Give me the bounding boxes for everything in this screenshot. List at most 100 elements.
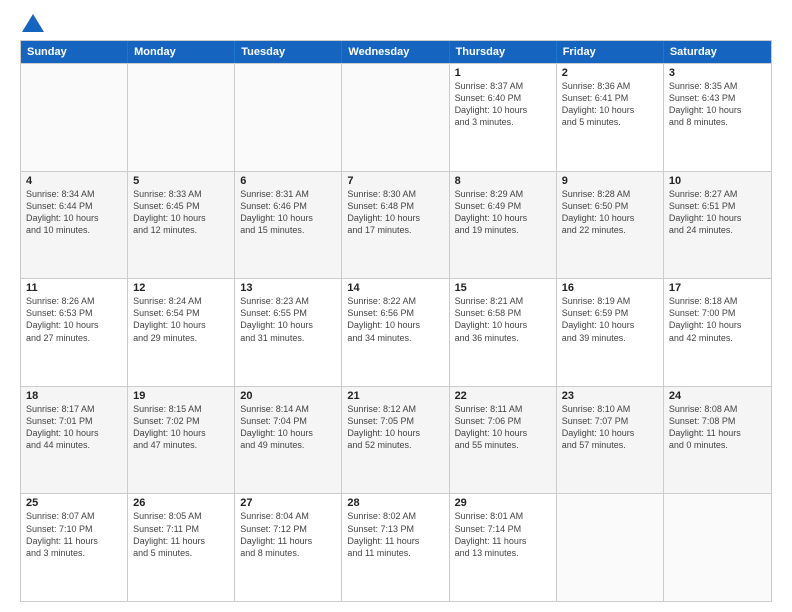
day-info: Sunrise: 8:15 AM Sunset: 7:02 PM Dayligh…: [133, 403, 229, 452]
day-header-saturday: Saturday: [664, 41, 771, 63]
calendar-week-0: 1Sunrise: 8:37 AM Sunset: 6:40 PM Daylig…: [21, 63, 771, 171]
day-number: 7: [347, 175, 443, 187]
day-cell-empty: [21, 64, 128, 171]
page: SundayMondayTuesdayWednesdayThursdayFrid…: [0, 0, 792, 612]
day-cell-9: 9Sunrise: 8:28 AM Sunset: 6:50 PM Daylig…: [557, 172, 664, 279]
day-info: Sunrise: 8:07 AM Sunset: 7:10 PM Dayligh…: [26, 510, 122, 559]
day-number: 12: [133, 282, 229, 294]
calendar-week-2: 11Sunrise: 8:26 AM Sunset: 6:53 PM Dayli…: [21, 278, 771, 386]
day-info: Sunrise: 8:19 AM Sunset: 6:59 PM Dayligh…: [562, 295, 658, 344]
day-cell-empty: [235, 64, 342, 171]
day-info: Sunrise: 8:28 AM Sunset: 6:50 PM Dayligh…: [562, 188, 658, 237]
day-cell-empty: [128, 64, 235, 171]
day-number: 3: [669, 67, 766, 79]
day-info: Sunrise: 8:34 AM Sunset: 6:44 PM Dayligh…: [26, 188, 122, 237]
calendar-week-4: 25Sunrise: 8:07 AM Sunset: 7:10 PM Dayli…: [21, 493, 771, 601]
day-number: 14: [347, 282, 443, 294]
calendar-body: 1Sunrise: 8:37 AM Sunset: 6:40 PM Daylig…: [21, 63, 771, 601]
day-info: Sunrise: 8:04 AM Sunset: 7:12 PM Dayligh…: [240, 510, 336, 559]
day-cell-11: 11Sunrise: 8:26 AM Sunset: 6:53 PM Dayli…: [21, 279, 128, 386]
calendar-header: SundayMondayTuesdayWednesdayThursdayFrid…: [21, 41, 771, 63]
day-info: Sunrise: 8:11 AM Sunset: 7:06 PM Dayligh…: [455, 403, 551, 452]
day-cell-19: 19Sunrise: 8:15 AM Sunset: 7:02 PM Dayli…: [128, 387, 235, 494]
day-cell-10: 10Sunrise: 8:27 AM Sunset: 6:51 PM Dayli…: [664, 172, 771, 279]
calendar-week-1: 4Sunrise: 8:34 AM Sunset: 6:44 PM Daylig…: [21, 171, 771, 279]
day-cell-15: 15Sunrise: 8:21 AM Sunset: 6:58 PM Dayli…: [450, 279, 557, 386]
day-number: 15: [455, 282, 551, 294]
day-info: Sunrise: 8:37 AM Sunset: 6:40 PM Dayligh…: [455, 80, 551, 129]
day-cell-28: 28Sunrise: 8:02 AM Sunset: 7:13 PM Dayli…: [342, 494, 449, 601]
day-number: 10: [669, 175, 766, 187]
day-number: 1: [455, 67, 551, 79]
day-cell-7: 7Sunrise: 8:30 AM Sunset: 6:48 PM Daylig…: [342, 172, 449, 279]
day-info: Sunrise: 8:23 AM Sunset: 6:55 PM Dayligh…: [240, 295, 336, 344]
day-cell-6: 6Sunrise: 8:31 AM Sunset: 6:46 PM Daylig…: [235, 172, 342, 279]
day-info: Sunrise: 8:33 AM Sunset: 6:45 PM Dayligh…: [133, 188, 229, 237]
day-cell-25: 25Sunrise: 8:07 AM Sunset: 7:10 PM Dayli…: [21, 494, 128, 601]
day-cell-24: 24Sunrise: 8:08 AM Sunset: 7:08 PM Dayli…: [664, 387, 771, 494]
calendar-week-3: 18Sunrise: 8:17 AM Sunset: 7:01 PM Dayli…: [21, 386, 771, 494]
day-cell-26: 26Sunrise: 8:05 AM Sunset: 7:11 PM Dayli…: [128, 494, 235, 601]
day-number: 29: [455, 497, 551, 509]
day-info: Sunrise: 8:22 AM Sunset: 6:56 PM Dayligh…: [347, 295, 443, 344]
day-number: 19: [133, 390, 229, 402]
day-cell-16: 16Sunrise: 8:19 AM Sunset: 6:59 PM Dayli…: [557, 279, 664, 386]
day-number: 5: [133, 175, 229, 187]
day-info: Sunrise: 8:36 AM Sunset: 6:41 PM Dayligh…: [562, 80, 658, 129]
day-cell-18: 18Sunrise: 8:17 AM Sunset: 7:01 PM Dayli…: [21, 387, 128, 494]
day-cell-23: 23Sunrise: 8:10 AM Sunset: 7:07 PM Dayli…: [557, 387, 664, 494]
calendar: SundayMondayTuesdayWednesdayThursdayFrid…: [20, 40, 772, 602]
day-cell-5: 5Sunrise: 8:33 AM Sunset: 6:45 PM Daylig…: [128, 172, 235, 279]
header: [20, 16, 772, 32]
day-cell-2: 2Sunrise: 8:36 AM Sunset: 6:41 PM Daylig…: [557, 64, 664, 171]
day-number: 6: [240, 175, 336, 187]
day-number: 25: [26, 497, 122, 509]
day-info: Sunrise: 8:29 AM Sunset: 6:49 PM Dayligh…: [455, 188, 551, 237]
day-number: 18: [26, 390, 122, 402]
day-info: Sunrise: 8:35 AM Sunset: 6:43 PM Dayligh…: [669, 80, 766, 129]
day-info: Sunrise: 8:01 AM Sunset: 7:14 PM Dayligh…: [455, 510, 551, 559]
day-info: Sunrise: 8:12 AM Sunset: 7:05 PM Dayligh…: [347, 403, 443, 452]
day-number: 16: [562, 282, 658, 294]
day-info: Sunrise: 8:27 AM Sunset: 6:51 PM Dayligh…: [669, 188, 766, 237]
day-info: Sunrise: 8:30 AM Sunset: 6:48 PM Dayligh…: [347, 188, 443, 237]
day-cell-14: 14Sunrise: 8:22 AM Sunset: 6:56 PM Dayli…: [342, 279, 449, 386]
day-info: Sunrise: 8:14 AM Sunset: 7:04 PM Dayligh…: [240, 403, 336, 452]
day-number: 8: [455, 175, 551, 187]
day-header-tuesday: Tuesday: [235, 41, 342, 63]
day-info: Sunrise: 8:21 AM Sunset: 6:58 PM Dayligh…: [455, 295, 551, 344]
day-number: 17: [669, 282, 766, 294]
day-info: Sunrise: 8:18 AM Sunset: 7:00 PM Dayligh…: [669, 295, 766, 344]
day-cell-17: 17Sunrise: 8:18 AM Sunset: 7:00 PM Dayli…: [664, 279, 771, 386]
day-number: 22: [455, 390, 551, 402]
day-cell-3: 3Sunrise: 8:35 AM Sunset: 6:43 PM Daylig…: [664, 64, 771, 171]
day-number: 9: [562, 175, 658, 187]
day-cell-21: 21Sunrise: 8:12 AM Sunset: 7:05 PM Dayli…: [342, 387, 449, 494]
day-cell-empty: [342, 64, 449, 171]
day-number: 21: [347, 390, 443, 402]
day-number: 11: [26, 282, 122, 294]
day-number: 20: [240, 390, 336, 402]
day-number: 28: [347, 497, 443, 509]
day-info: Sunrise: 8:26 AM Sunset: 6:53 PM Dayligh…: [26, 295, 122, 344]
day-cell-empty: [664, 494, 771, 601]
day-cell-4: 4Sunrise: 8:34 AM Sunset: 6:44 PM Daylig…: [21, 172, 128, 279]
logo-icon: [22, 14, 44, 32]
logo: [20, 20, 44, 32]
day-cell-27: 27Sunrise: 8:04 AM Sunset: 7:12 PM Dayli…: [235, 494, 342, 601]
day-info: Sunrise: 8:24 AM Sunset: 6:54 PM Dayligh…: [133, 295, 229, 344]
day-number: 4: [26, 175, 122, 187]
day-cell-12: 12Sunrise: 8:24 AM Sunset: 6:54 PM Dayli…: [128, 279, 235, 386]
day-cell-29: 29Sunrise: 8:01 AM Sunset: 7:14 PM Dayli…: [450, 494, 557, 601]
day-header-monday: Monday: [128, 41, 235, 63]
day-number: 23: [562, 390, 658, 402]
day-number: 26: [133, 497, 229, 509]
day-number: 24: [669, 390, 766, 402]
day-header-friday: Friday: [557, 41, 664, 63]
day-info: Sunrise: 8:31 AM Sunset: 6:46 PM Dayligh…: [240, 188, 336, 237]
day-cell-20: 20Sunrise: 8:14 AM Sunset: 7:04 PM Dayli…: [235, 387, 342, 494]
day-info: Sunrise: 8:17 AM Sunset: 7:01 PM Dayligh…: [26, 403, 122, 452]
day-header-sunday: Sunday: [21, 41, 128, 63]
day-info: Sunrise: 8:10 AM Sunset: 7:07 PM Dayligh…: [562, 403, 658, 452]
day-cell-1: 1Sunrise: 8:37 AM Sunset: 6:40 PM Daylig…: [450, 64, 557, 171]
